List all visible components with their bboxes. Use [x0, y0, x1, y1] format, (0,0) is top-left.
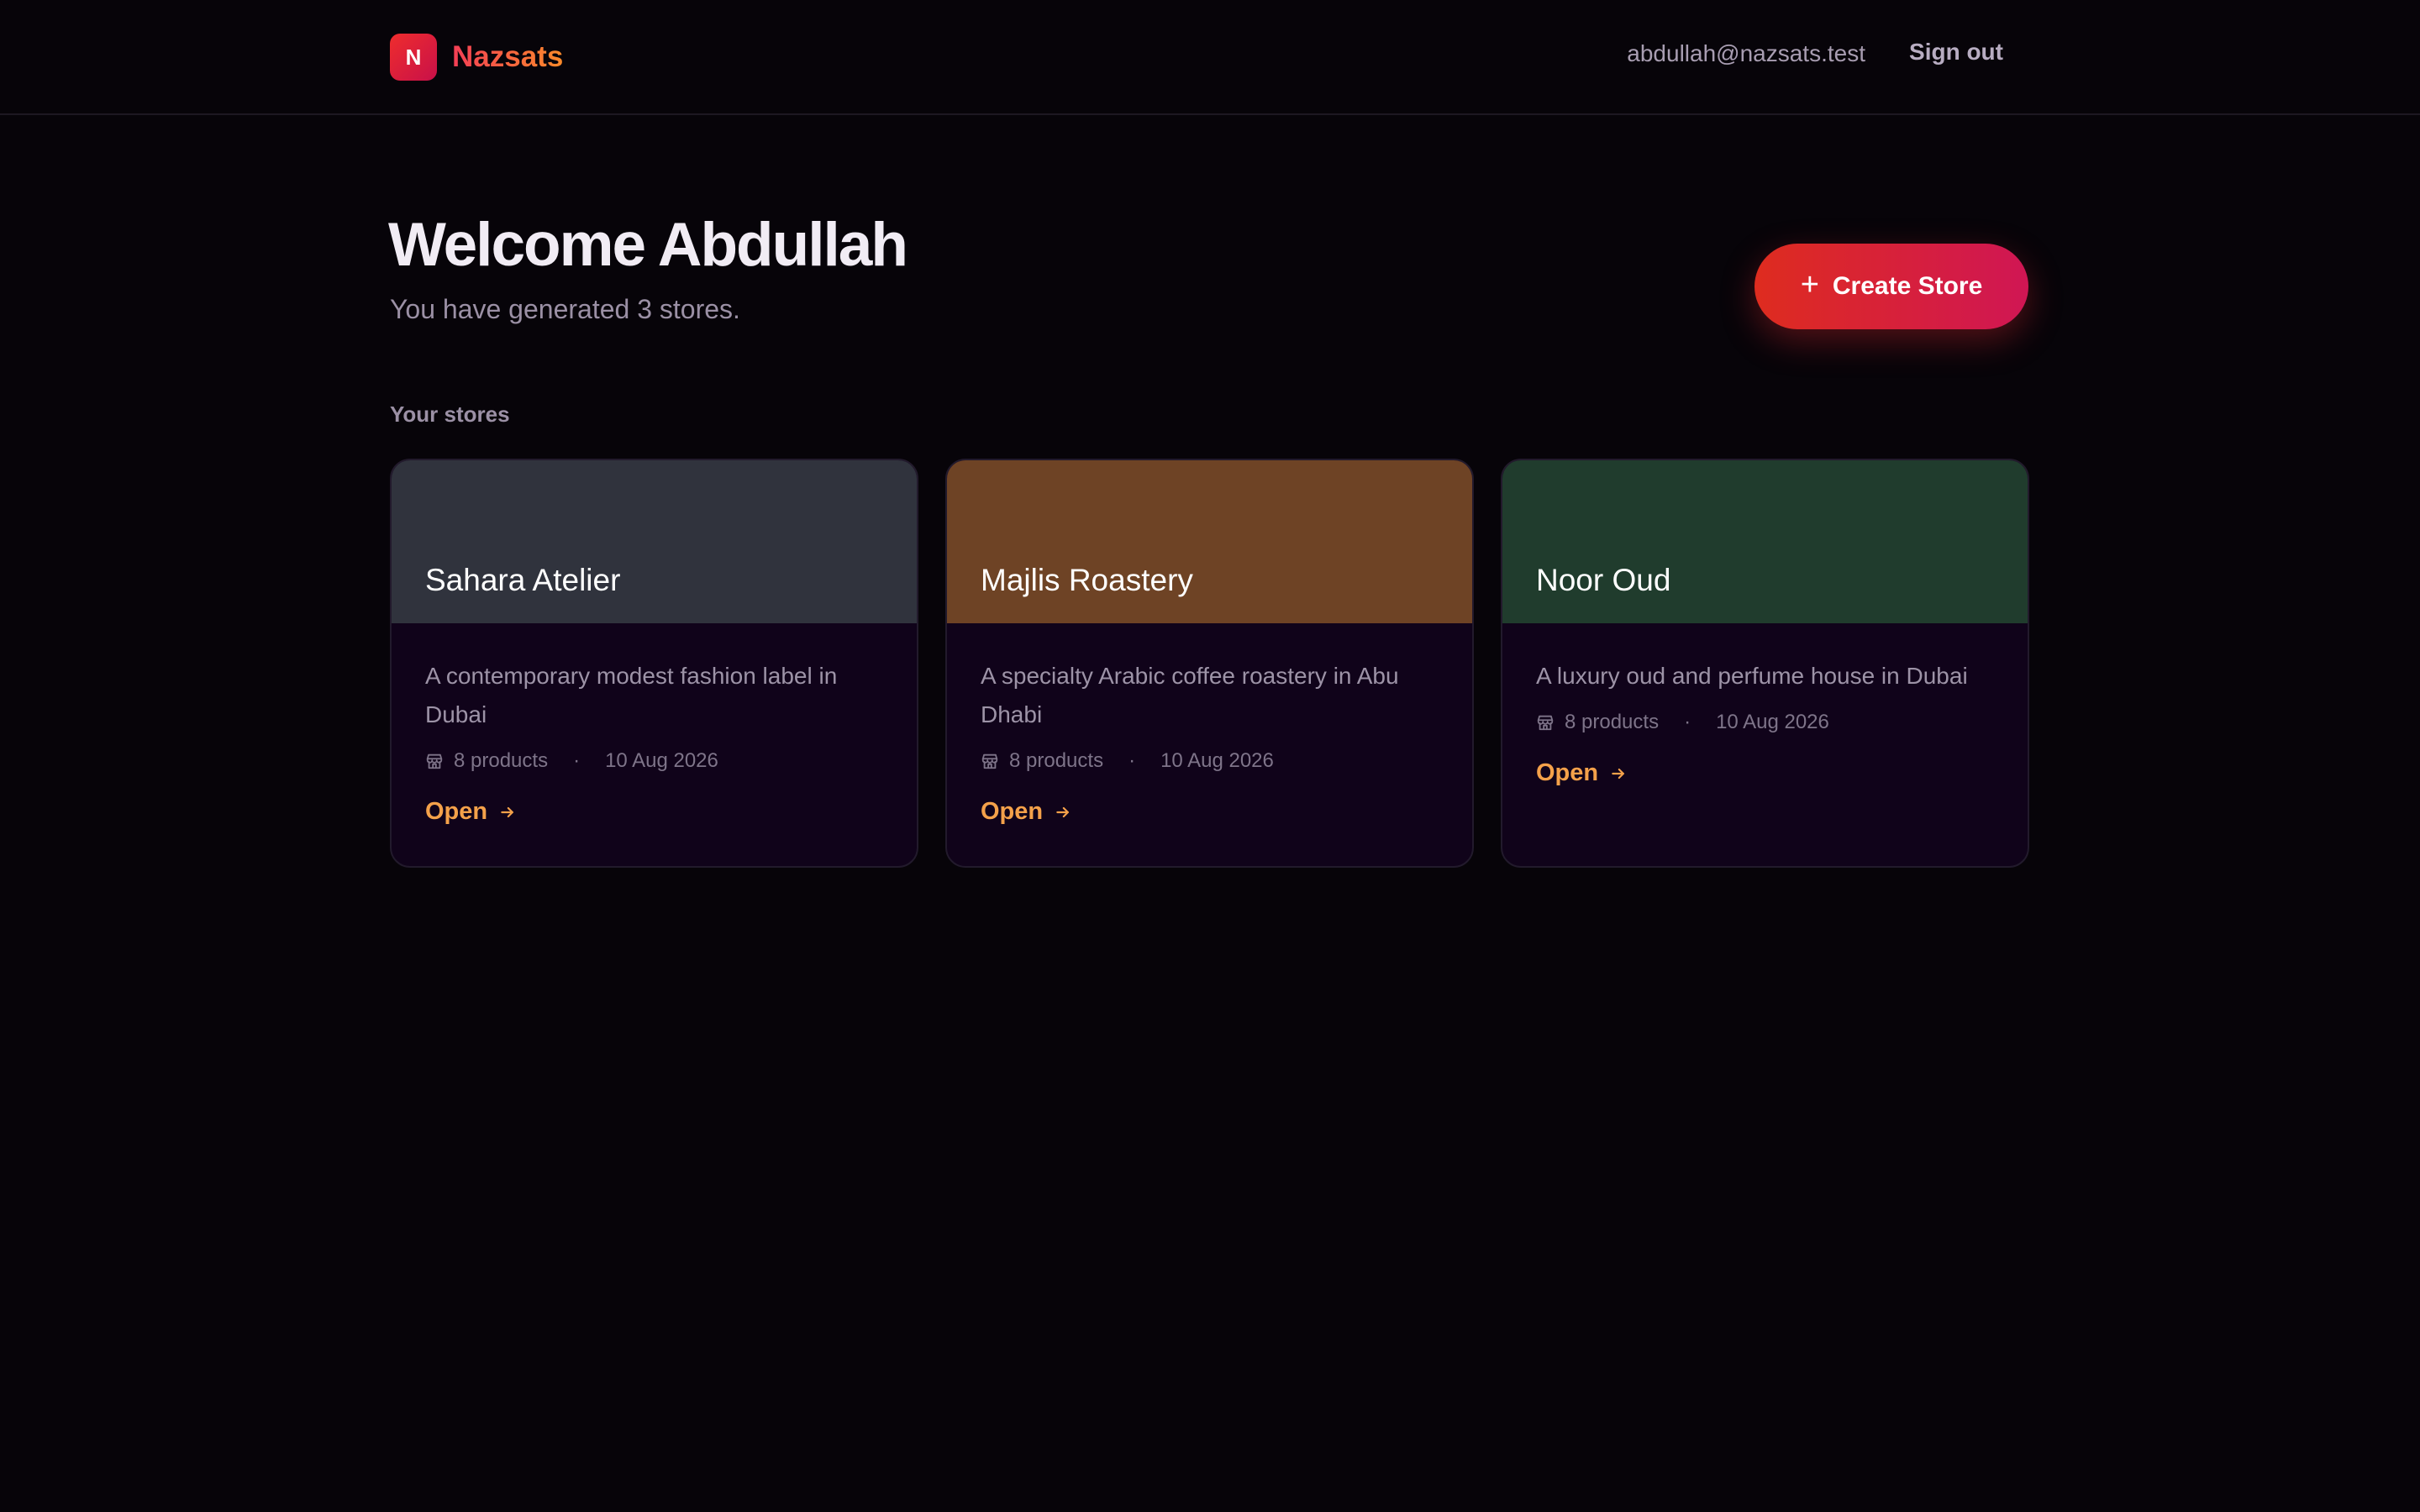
arrow-right-icon — [1056, 806, 1070, 817]
meta-separator: · — [1128, 749, 1136, 772]
store-date: 10 Aug 2026 — [1716, 711, 1829, 733]
store-card-banner: Sahara Atelier — [392, 460, 917, 623]
product-count: 8 products — [454, 749, 549, 772]
store-card: Sahara Atelier A contemporary modest fas… — [390, 459, 918, 868]
store-description: A specialty Arabic coffee roastery in Ab… — [981, 663, 1399, 727]
open-label: Open — [1536, 759, 1599, 786]
brand-logo-icon: N — [390, 34, 437, 81]
store-icon — [1537, 715, 1554, 731]
page-title: Welcome Abdullah — [388, 211, 908, 279]
store-description: A luxury oud and perfume house in Dubai — [1536, 663, 1968, 689]
user-email: abdullah@nazsats.test — [1627, 40, 1865, 66]
store-date: 10 Aug 2026 — [1160, 749, 1274, 772]
meta-separator: · — [573, 749, 581, 772]
sign-out-button[interactable]: Sign out — [1909, 39, 2003, 66]
store-meta: 8 products · 10 Aug 2026 — [981, 749, 1439, 773]
create-store-button[interactable]: + Create Store — [1754, 244, 2028, 329]
product-count: 8 products — [1009, 749, 1104, 772]
store-description: A contemporary modest fashion label in D… — [425, 663, 838, 727]
store-name: Noor Oud — [1536, 563, 1671, 597]
store-date: 10 Aug 2026 — [605, 749, 718, 772]
store-icon — [426, 753, 443, 769]
arrow-right-icon — [501, 806, 514, 817]
open-store-link[interactable]: Open — [425, 798, 883, 826]
open-store-link[interactable]: Open — [1536, 759, 1994, 787]
create-store-label: Create Store — [1832, 272, 1983, 300]
store-name: Sahara Atelier — [425, 563, 621, 597]
meta-separator: · — [1684, 711, 1691, 733]
store-card-banner: Majlis Roastery — [947, 460, 1472, 623]
open-store-link[interactable]: Open — [981, 798, 1439, 826]
store-card: Noor Oud A luxury oud and perfume house … — [1501, 459, 2029, 868]
store-meta: 8 products · 10 Aug 2026 — [1536, 711, 1994, 734]
store-icon — [981, 753, 998, 769]
store-card: Majlis Roastery A specialty Arabic coffe… — [945, 459, 1474, 868]
top-bar: N Nazsats abdullah@nazsats.test Sign out — [0, 0, 2420, 115]
open-label: Open — [425, 798, 488, 825]
page-subtitle: You have generated 3 stores. — [390, 294, 740, 324]
store-meta: 8 products · 10 Aug 2026 — [425, 749, 883, 773]
brand-logo-letter: N — [405, 44, 422, 70]
brand-name: Nazsats — [452, 40, 564, 73]
arrow-right-icon — [1612, 768, 1625, 779]
store-card-list: Sahara Atelier A contemporary modest fas… — [390, 459, 2029, 868]
brand-link[interactable]: N Nazsats — [390, 34, 563, 81]
section-label: Your stores — [390, 402, 510, 427]
store-card-banner: Noor Oud — [1502, 460, 2028, 623]
product-count: 8 products — [1565, 711, 1660, 733]
store-name: Majlis Roastery — [981, 563, 1193, 597]
open-label: Open — [981, 798, 1044, 825]
plus-icon: + — [1800, 267, 1819, 302]
